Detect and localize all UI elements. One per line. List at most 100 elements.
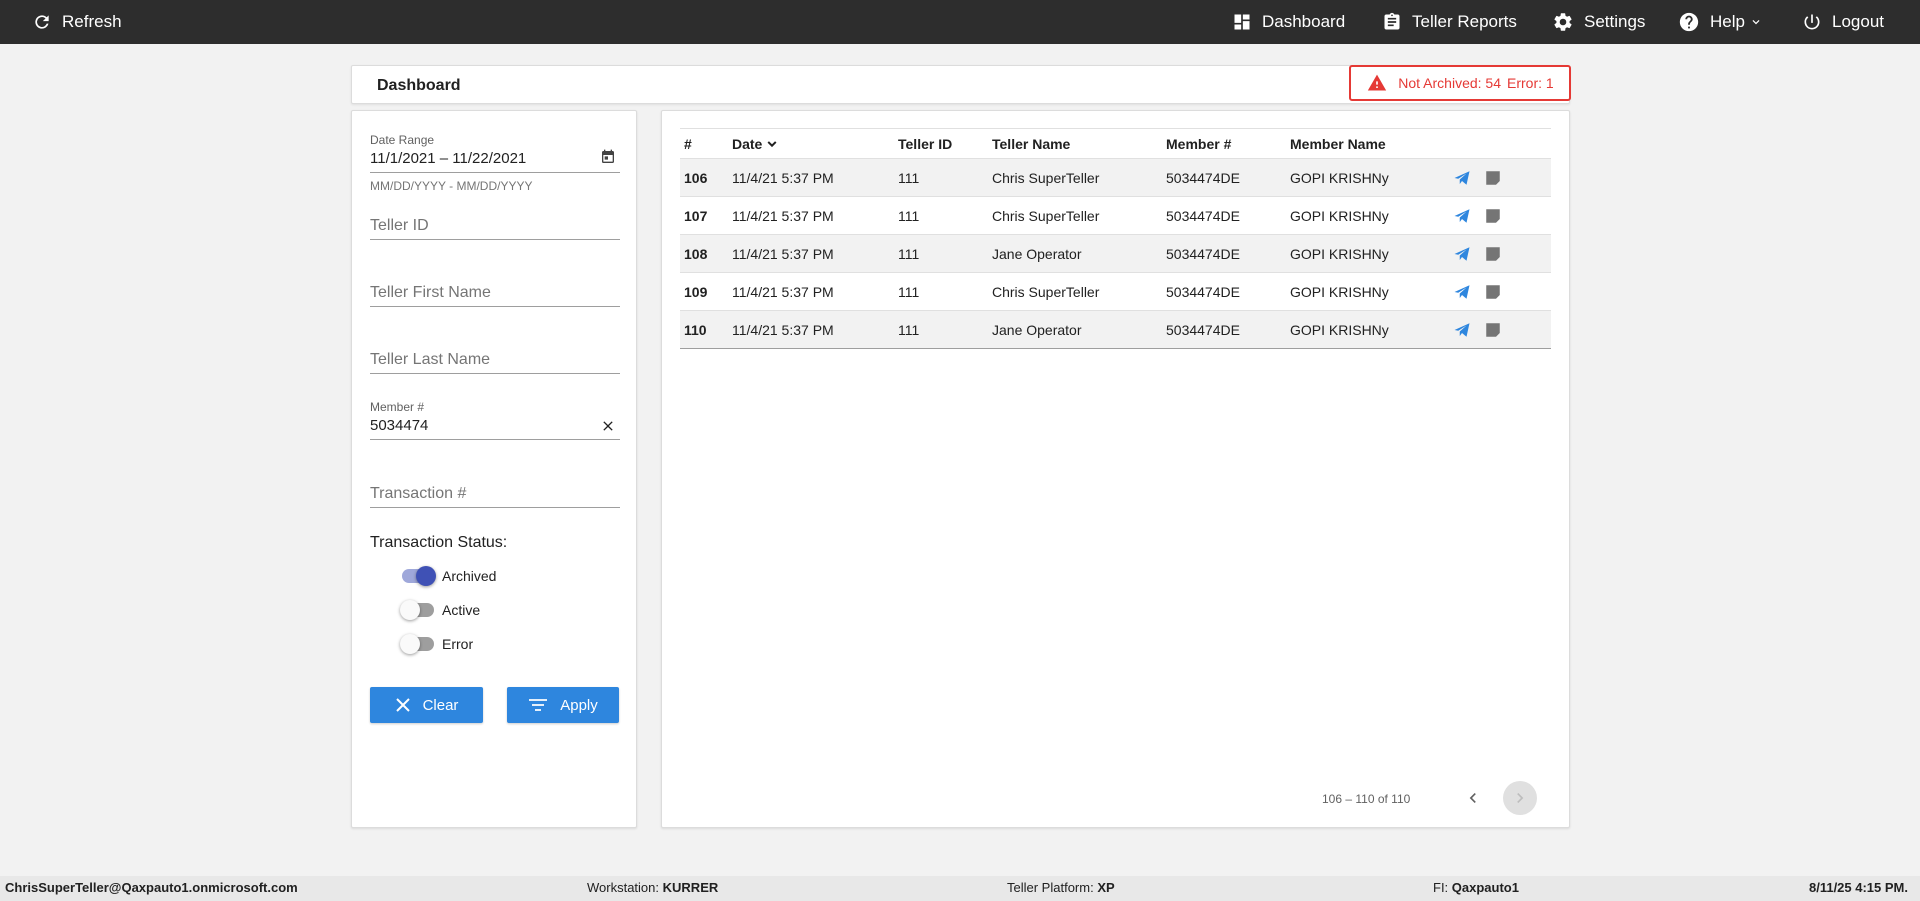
- nav-teller-reports[interactable]: Teller Reports: [1382, 0, 1517, 44]
- row-date: 11/4/21 5:37 PM: [732, 245, 834, 262]
- top-bar: Refresh Dashboard Teller Reports Setting…: [0, 0, 1920, 44]
- column-header-teller-name[interactable]: Teller Name: [992, 129, 1070, 158]
- teller-id-field[interactable]: Teller ID: [370, 216, 620, 240]
- warning-icon: [1368, 74, 1387, 91]
- footer-workstation-value: KURRER: [662, 880, 719, 895]
- error-label: Error: [442, 636, 474, 652]
- send-icon[interactable]: [1452, 321, 1472, 339]
- note-icon[interactable]: [1484, 245, 1502, 263]
- row-member-number: 5034474DE: [1166, 283, 1240, 300]
- row-member-name: GOPI KRISHNy: [1290, 321, 1389, 338]
- teller-first-name-input[interactable]: Teller First Name: [370, 283, 620, 303]
- help-icon: [1679, 12, 1699, 32]
- next-page-button[interactable]: [1503, 781, 1537, 815]
- member-number-field[interactable]: Member # 5034474: [370, 400, 620, 440]
- row-teller-id: 111: [898, 169, 920, 186]
- note-icon[interactable]: [1484, 207, 1502, 225]
- archived-switch[interactable]: [400, 566, 436, 586]
- status-toggle-archived[interactable]: Archived: [400, 564, 496, 588]
- footer-workstation-label: Workstation:: [587, 880, 660, 895]
- teller-first-name-underline: [370, 306, 620, 307]
- row-teller-name: Chris SuperTeller: [992, 169, 1100, 186]
- table-row[interactable]: 110 11/4/21 5:37 PM 111 Jane Operator 50…: [680, 311, 1551, 349]
- column-header-member-number[interactable]: Member #: [1166, 129, 1231, 158]
- send-icon[interactable]: [1452, 245, 1472, 263]
- row-member-number: 5034474DE: [1166, 321, 1240, 338]
- clear-label: Clear: [422, 696, 459, 714]
- teller-last-name-underline: [370, 373, 620, 374]
- row-teller-id: 111: [898, 283, 920, 300]
- date-range-field[interactable]: Date Range 11/1/2021 – 11/22/2021 MM/DD/…: [370, 133, 620, 193]
- nav-teller-reports-label: Teller Reports: [1412, 12, 1517, 31]
- nav-logout[interactable]: Logout: [1802, 0, 1884, 44]
- teller-last-name-field[interactable]: Teller Last Name: [370, 350, 620, 374]
- dashboard-icon: [1234, 14, 1250, 30]
- chevron-right-icon: [1517, 793, 1524, 803]
- column-header-teller-id[interactable]: Teller ID: [898, 129, 952, 158]
- table-row[interactable]: 109 11/4/21 5:37 PM 111 Chris SuperTelle…: [680, 273, 1551, 311]
- teller-id-underline: [370, 239, 620, 240]
- transaction-number-input[interactable]: Transaction #: [370, 484, 620, 504]
- row-number: 106: [684, 169, 708, 186]
- active-switch[interactable]: [400, 600, 436, 620]
- row-teller-name: Jane Operator: [992, 321, 1082, 338]
- refresh-button[interactable]: Refresh: [32, 0, 122, 44]
- status-footer: ChrisSuperTeller@Qaxpauto1.onmicrosoft.c…: [0, 876, 1920, 901]
- teller-first-name-field[interactable]: Teller First Name: [370, 283, 620, 307]
- column-header-member-name[interactable]: Member Name: [1290, 129, 1386, 158]
- note-icon[interactable]: [1484, 169, 1502, 187]
- row-number: 109: [684, 283, 708, 300]
- refresh-icon: [35, 15, 49, 29]
- transaction-number-field[interactable]: Transaction #: [370, 484, 620, 508]
- status-toggle-active[interactable]: Active: [400, 598, 480, 622]
- refresh-label: Refresh: [62, 12, 122, 31]
- date-range-input[interactable]: 11/1/2021 – 11/22/2021: [370, 149, 620, 169]
- row-member-name: GOPI KRISHNy: [1290, 169, 1389, 186]
- teller-last-name-input[interactable]: Teller Last Name: [370, 350, 620, 370]
- note-icon[interactable]: [1484, 321, 1502, 339]
- row-date: 11/4/21 5:37 PM: [732, 207, 834, 224]
- row-member-number: 5034474DE: [1166, 169, 1240, 186]
- table-row[interactable]: 108 11/4/21 5:37 PM 111 Jane Operator 50…: [680, 235, 1551, 273]
- teller-id-input[interactable]: Teller ID: [370, 216, 620, 236]
- footer-user: ChrisSuperTeller@Qaxpauto1.onmicrosoft.c…: [5, 880, 298, 895]
- row-actions: [1452, 311, 1502, 348]
- nav-help[interactable]: Help: [1678, 0, 1763, 44]
- nav-dashboard[interactable]: Dashboard: [1232, 0, 1345, 44]
- table-row[interactable]: 107 11/4/21 5:37 PM 111 Chris SuperTelle…: [680, 197, 1551, 235]
- member-number-input[interactable]: 5034474: [370, 416, 620, 436]
- row-date: 11/4/21 5:37 PM: [732, 169, 834, 186]
- calendar-icon[interactable]: [600, 149, 616, 165]
- row-actions: [1452, 197, 1502, 234]
- archived-label: Archived: [442, 568, 497, 584]
- send-icon[interactable]: [1452, 283, 1472, 301]
- page-title: Dashboard: [377, 77, 461, 94]
- footer-platform-label: Teller Platform:: [1007, 880, 1094, 895]
- clear-button[interactable]: Clear: [370, 687, 483, 723]
- send-icon[interactable]: [1452, 169, 1472, 187]
- apply-label: Apply: [560, 696, 598, 714]
- status-toggle-error[interactable]: Error: [400, 632, 473, 656]
- close-icon[interactable]: [600, 418, 616, 434]
- row-member-name: GOPI KRISHNy: [1290, 207, 1389, 224]
- footer-datetime: 8/11/25 4:15 PM.: [1808, 880, 1908, 895]
- error-switch[interactable]: [400, 634, 436, 654]
- row-teller-name: Jane Operator: [992, 245, 1082, 262]
- table-row[interactable]: 106 11/4/21 5:37 PM 111 Chris SuperTelle…: [680, 159, 1551, 197]
- row-teller-name: Chris SuperTeller: [992, 283, 1100, 300]
- row-teller-name: Chris SuperTeller: [992, 207, 1100, 224]
- chevron-left-icon: [1469, 793, 1476, 803]
- date-range-hint: MM/DD/YYYY - MM/DD/YYYY: [370, 179, 533, 193]
- filter-panel: Date Range 11/1/2021 – 11/22/2021 MM/DD/…: [351, 110, 637, 828]
- note-icon[interactable]: [1484, 283, 1502, 301]
- member-number-label: Member #: [370, 400, 425, 414]
- send-icon[interactable]: [1452, 207, 1472, 225]
- previous-page-button[interactable]: [1456, 781, 1490, 815]
- column-header-number[interactable]: #: [684, 129, 692, 158]
- row-member-number: 5034474DE: [1166, 245, 1240, 262]
- archive-status-alert[interactable]: Not Archived: 54 Error: 1: [1349, 65, 1571, 101]
- apply-button[interactable]: Apply: [507, 687, 619, 723]
- column-header-date[interactable]: Date: [732, 129, 780, 158]
- nav-settings[interactable]: Settings: [1552, 0, 1645, 44]
- footer-teller-platform: Teller Platform: XP: [1007, 880, 1115, 895]
